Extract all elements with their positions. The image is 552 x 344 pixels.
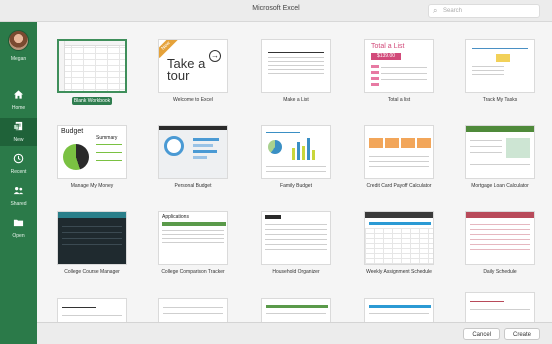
sidebar: Megan Home New Recent Shared Open [0, 22, 37, 344]
sidebar-item-recent[interactable]: Recent [0, 150, 37, 178]
search-field[interactable]: ⌕ Search [428, 4, 540, 18]
template-household-organizer[interactable] [261, 211, 331, 265]
dialog-footer: Cancel Create [37, 322, 552, 344]
excel-template-gallery-window: Microsoft Excel ⌕ Search Megan Home New [0, 0, 552, 344]
sidebar-item-label: Shared [10, 201, 27, 207]
template-college-course-manager[interactable] [57, 211, 127, 265]
template-caption: Mortgage Loan Calculator [471, 183, 529, 189]
cancel-button[interactable]: Cancel [463, 328, 500, 340]
template-weekly-assignment-schedule[interactable] [364, 211, 434, 265]
title-bar: Microsoft Excel ⌕ Search [0, 0, 552, 22]
template-caption: Track My Tasks [482, 97, 518, 103]
template-caption: College Comparison Tracker [161, 269, 225, 275]
sidebar-item-label: Recent [10, 169, 27, 175]
template-college-comparison-tracker[interactable]: Applications [158, 211, 228, 265]
template-row4-5[interactable] [465, 292, 535, 322]
template-track-my-tasks[interactable] [465, 39, 535, 93]
template-caption: College Course Manager [64, 269, 120, 275]
template-caption: Daily Schedule [483, 269, 517, 275]
template-caption: Total a list [387, 97, 411, 103]
template-manage-my-money[interactable]: Budget Summary [57, 125, 127, 179]
template-caption: Personal Budget [174, 183, 212, 189]
folder-icon [13, 219, 24, 227]
sidebar-item-shared[interactable]: Shared [0, 182, 37, 210]
template-gallery: Blank Workbook New → Take a tour Welcome… [37, 22, 552, 322]
clock-icon [13, 153, 24, 164]
user-avatar[interactable] [8, 30, 29, 51]
search-icon: ⌕ [433, 6, 438, 15]
tile-total-amount: $139.00 [371, 53, 401, 60]
ring-chart-icon [164, 136, 184, 156]
template-daily-schedule[interactable] [465, 211, 535, 265]
user-name: Megan [10, 56, 27, 62]
template-family-budget[interactable] [261, 125, 331, 179]
template-mortgage-loan-calculator[interactable] [465, 125, 535, 179]
template-personal-budget[interactable] [158, 125, 228, 179]
pie-chart-icon [63, 144, 89, 170]
template-caption: Welcome to Excel [173, 97, 213, 103]
create-button[interactable]: Create [503, 328, 540, 340]
sidebar-item-label: Open [12, 233, 25, 239]
people-icon [13, 187, 24, 195]
template-caption: Family Budget [280, 183, 312, 189]
sidebar-item-new[interactable]: New [0, 118, 37, 146]
template-total-a-list[interactable]: Total a List $139.00 [364, 39, 434, 93]
template-row4-4[interactable] [364, 298, 434, 322]
tile-title: Total a List [371, 43, 405, 50]
tile-title: Applications [162, 214, 189, 220]
template-caption: Manage My Money [70, 183, 114, 189]
new-document-icon [13, 121, 23, 131]
template-row4-1[interactable] [57, 298, 127, 322]
template-make-a-list[interactable] [261, 39, 331, 93]
template-caption: Make a List [283, 97, 309, 103]
sidebar-item-label: Home [11, 105, 26, 111]
template-caption: Blank Workbook [72, 97, 112, 105]
template-credit-card-payoff[interactable] [364, 125, 434, 179]
template-row4-2[interactable] [158, 298, 228, 322]
sidebar-item-home[interactable]: Home [0, 86, 37, 114]
sidebar-item-open[interactable]: Open [0, 214, 37, 242]
tile-subtitle: Summary [96, 135, 118, 141]
template-caption: Weekly Assignment Schedule [366, 269, 432, 275]
template-blank-workbook[interactable] [57, 39, 127, 93]
tile-title: Budget [61, 128, 84, 135]
template-caption: Household Organizer [272, 269, 320, 275]
template-welcome-to-excel[interactable]: New → Take a tour [158, 39, 228, 93]
search-placeholder: Search [443, 8, 463, 14]
home-icon [13, 90, 24, 99]
template-row4-3[interactable] [261, 298, 331, 322]
template-caption: Credit Card Payoff Calculator [366, 183, 432, 189]
sidebar-item-label: New [13, 137, 24, 143]
tour-text: Take a tour [167, 56, 206, 83]
